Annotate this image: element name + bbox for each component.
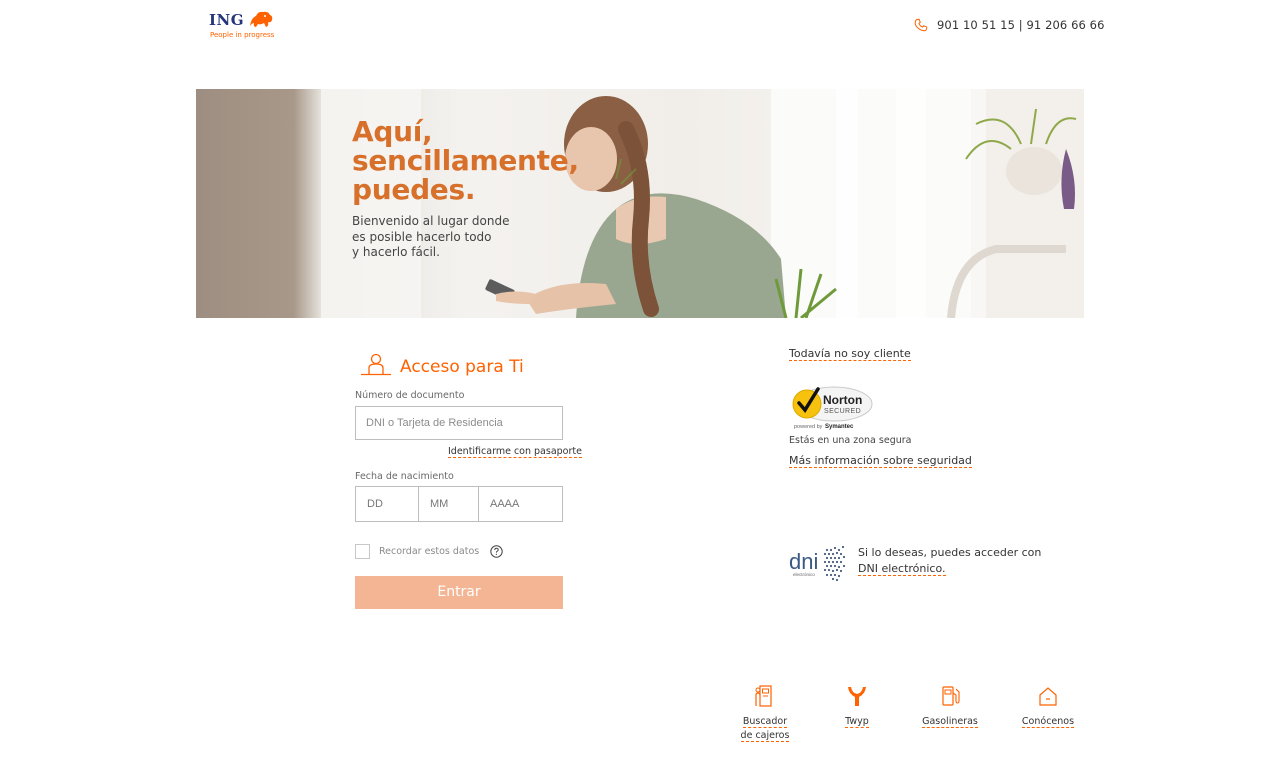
footer-atm-finder[interactable]: Buscador de cajeros xyxy=(725,684,805,743)
login-heading: Acceso para Ti xyxy=(360,353,524,377)
about-us-label: Conócenos xyxy=(1021,716,1075,728)
document-input[interactable] xyxy=(355,406,563,440)
dni-logo-sub: electrónico xyxy=(793,572,815,577)
document-label: Número de documento xyxy=(355,390,465,401)
secure-zone-text: Estás en una zona segura xyxy=(789,435,912,446)
day-input[interactable] xyxy=(356,487,419,521)
security-info-link[interactable]: Más información sobre seguridad xyxy=(789,454,972,468)
birth-date-group xyxy=(355,486,563,522)
home-icon xyxy=(1039,687,1057,706)
dni-electronico-link[interactable]: DNI electrónico. xyxy=(858,562,946,576)
remember-checkbox[interactable] xyxy=(355,544,370,559)
hero-photo xyxy=(321,89,1084,318)
hero-banner: Aquí, sencillamente, puedes. Bienvenido … xyxy=(196,89,1084,318)
logo-tagline: People in progress xyxy=(210,31,275,39)
atm-icon xyxy=(755,685,772,707)
phone-numbers: 901 10 51 15 | 91 206 66 66 xyxy=(937,18,1105,32)
phone-icon xyxy=(914,18,928,32)
login-title: Acceso para Ti xyxy=(400,357,524,377)
norton-powered-text: powered by xyxy=(794,424,823,430)
logo-text: ING xyxy=(209,11,245,29)
not-client-link[interactable]: Todavía no soy cliente xyxy=(789,347,911,361)
gas-station-icon xyxy=(942,686,960,706)
footer-about-us[interactable]: Conócenos xyxy=(1008,684,1088,729)
atm-finder-label: Buscador de cajeros xyxy=(740,716,790,742)
norton-secured-badge[interactable]: Norton SECURED powered by Symantec xyxy=(790,385,874,431)
remember-row: Recordar estos datos xyxy=(355,544,503,559)
norton-symantec-text: Symantec xyxy=(825,424,854,430)
dni-access-text: Si lo deseas, puedes acceder con DNI ele… xyxy=(858,545,1048,577)
phone-contact: 901 10 51 15 | 91 206 66 66 xyxy=(914,18,1105,32)
month-input[interactable] xyxy=(419,487,479,521)
person-icon xyxy=(361,353,391,376)
submit-button[interactable]: Entrar xyxy=(355,576,563,609)
twyp-icon xyxy=(848,687,866,706)
footer-gas-stations[interactable]: Gasolineras xyxy=(910,684,990,729)
dni-logo-text: dni xyxy=(789,549,818,574)
hero-title: Aquí, sencillamente, puedes. xyxy=(352,115,579,206)
norton-brand-text: Norton xyxy=(823,393,862,407)
gas-stations-label: Gasolineras xyxy=(922,716,978,728)
norton-secured-text: SECURED xyxy=(824,408,861,415)
ing-logo[interactable]: ING People in progress xyxy=(209,11,279,43)
twyp-label: Twyp xyxy=(845,716,869,728)
help-icon[interactable] xyxy=(490,545,503,558)
footer-twyp[interactable]: Twyp xyxy=(817,684,897,729)
dni-electronico-logo[interactable]: dni electrónico xyxy=(789,544,851,582)
lion-icon xyxy=(250,11,273,27)
dni-access-sentence: Si lo deseas, puedes acceder con xyxy=(858,546,1042,559)
year-input[interactable] xyxy=(479,487,562,521)
birth-date-label: Fecha de nacimiento xyxy=(355,471,454,482)
hero-subtitle: Bienvenido al lugar donde es posible hac… xyxy=(352,214,510,259)
passport-link[interactable]: Identificarme con pasaporte xyxy=(448,446,582,458)
remember-label: Recordar estos datos xyxy=(379,546,480,557)
